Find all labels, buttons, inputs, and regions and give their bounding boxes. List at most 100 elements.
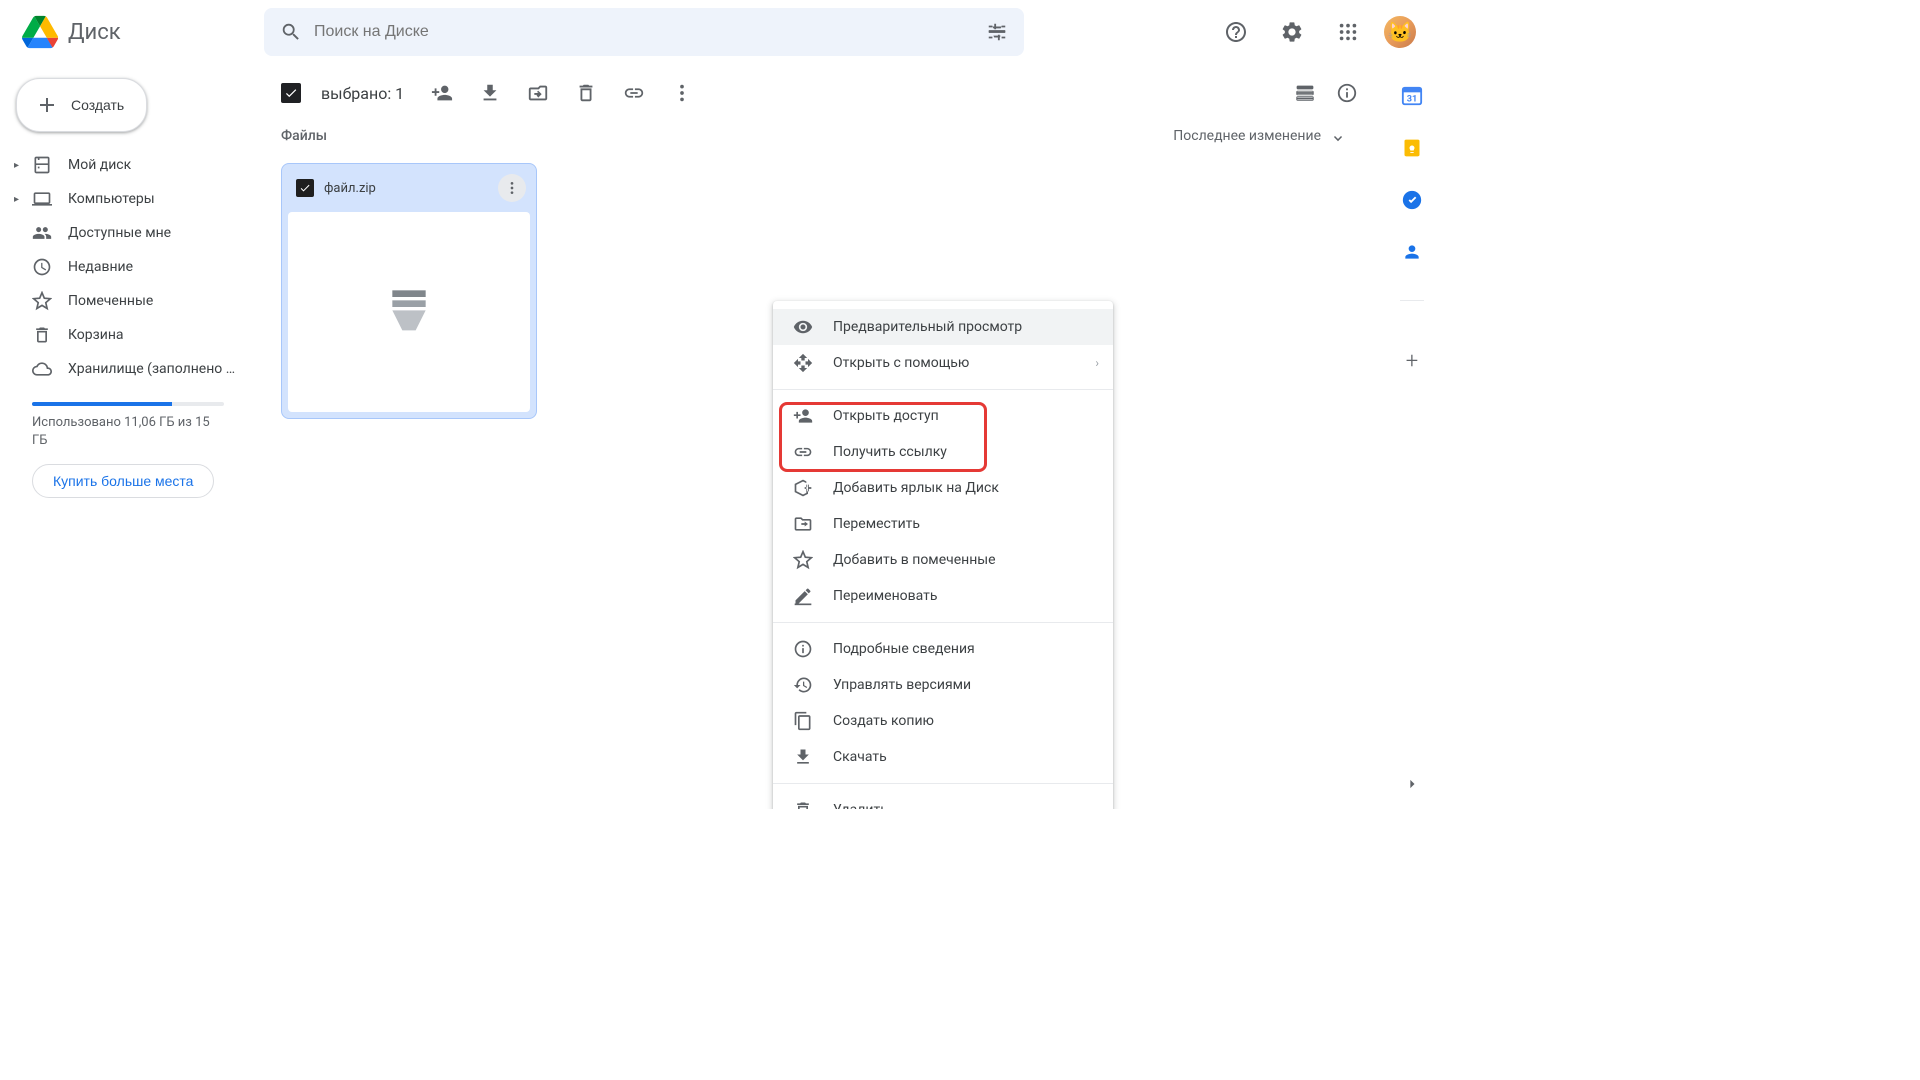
selection-count: выбрано: 1 [321,84,404,103]
chevron-right-icon: ▸ [14,194,19,205]
person-add-icon [793,406,813,426]
search-input[interactable] [314,23,974,41]
menu-preview[interactable]: Предварительный просмотр [773,309,1113,345]
create-button-label: Создать [71,97,124,113]
trash-icon [793,800,813,810]
storage-used-text: Использовано 11,06 ГБ из 15 ГБ [32,414,224,450]
help-icon[interactable] [1216,12,1256,52]
menu-star[interactable]: Добавить в помеченные [773,542,1113,578]
menu-move[interactable]: Переместить [773,506,1113,542]
nav-recent[interactable]: Недавние [8,250,248,284]
menu-label: Переместить [833,516,920,532]
share-person-icon[interactable] [430,81,454,105]
file-card[interactable]: файл.zip [281,163,537,419]
storage-section: Использовано 11,06 ГБ из 15 ГБ Купить бо… [8,386,248,506]
star-icon [32,291,52,311]
nav-label: Корзина [68,327,124,343]
menu-details[interactable]: Подробные сведения [773,631,1113,667]
app-name: Диск [68,20,121,45]
menu-rename[interactable]: Переименовать [773,578,1113,614]
download-icon[interactable] [478,81,502,105]
nav-my-drive[interactable]: ▸ Мой диск [8,148,248,182]
sort-label-text: Последнее изменение [1173,128,1321,144]
menu-versions[interactable]: Управлять версиями [773,667,1113,703]
info-icon [793,639,813,659]
header: Диск 🐱 [0,0,1440,64]
nav-shared[interactable]: Доступные мне [8,216,248,250]
menu-label: Предварительный просмотр [833,319,1022,335]
menu-share[interactable]: Открыть доступ [773,398,1113,434]
sort-button[interactable]: Последнее изменение [1173,127,1347,145]
delete-icon[interactable] [574,81,598,105]
menu-label: Открыть с помощью [833,355,969,371]
selection-toolbar: выбрано: 1 [257,73,1383,117]
clock-icon [32,257,52,277]
menu-copy[interactable]: Создать копию [773,703,1113,739]
search-icon [280,21,302,43]
more-icon[interactable] [670,81,694,105]
keep-app-icon[interactable] [1400,136,1424,160]
collapse-panel-button[interactable] [1402,774,1422,794]
info-icon[interactable] [1335,81,1359,105]
apps-icon[interactable] [1328,12,1368,52]
selection-checkbox[interactable] [281,83,301,103]
menu-delete[interactable]: Удалить [773,792,1113,810]
link-icon[interactable] [622,81,646,105]
pencil-icon [793,586,813,606]
menu-label: Добавить в помеченные [833,552,996,568]
settings-icon[interactable] [1272,12,1312,52]
trash-icon [32,325,52,345]
user-avatar[interactable]: 🐱 [1384,16,1416,48]
nav-label: Компьютеры [68,191,155,207]
sidebar: Создать ▸ Мой диск ▸ Компьютеры Доступны… [0,64,256,810]
contacts-app-icon[interactable] [1400,240,1424,264]
main-content: выбрано: 1 Файлы [256,64,1384,810]
menu-separator [773,783,1113,784]
nav-label: Доступные мне [68,225,171,241]
file-checkbox[interactable] [296,179,314,197]
file-more-button[interactable] [498,174,526,202]
menu-open-with[interactable]: Открыть с помощью › [773,345,1113,381]
chevron-right-icon: › [1095,356,1099,370]
star-icon [793,550,813,570]
plus-icon [35,93,59,117]
menu-label: Подробные сведения [833,641,975,657]
content-header: Файлы Последнее изменение [257,117,1383,155]
nav-label: Хранилище (заполнено ... [68,361,236,377]
open-with-icon [793,353,813,373]
menu-download[interactable]: Скачать [773,739,1113,775]
tasks-app-icon[interactable] [1400,188,1424,212]
nav-computers[interactable]: ▸ Компьютеры [8,182,248,216]
side-panel: 31 + [1384,64,1440,810]
buy-storage-button[interactable]: Купить больше места [32,464,214,498]
move-folder-icon[interactable] [526,81,550,105]
create-button[interactable]: Создать [16,78,147,132]
people-icon [32,223,52,243]
arrow-down-icon [1329,127,1347,145]
search-options-icon[interactable] [986,21,1008,43]
copy-icon [793,711,813,731]
svg-text:31: 31 [1407,95,1418,105]
history-icon [793,675,813,695]
drive-icon [32,155,52,175]
search-bar[interactable] [264,8,1024,56]
nav-label: Помеченные [68,293,153,309]
nav-storage[interactable]: Хранилище (заполнено ... [8,352,248,386]
context-menu: Предварительный просмотр Открыть с помощ… [773,301,1113,810]
files-heading: Файлы [281,128,327,144]
nav-trash[interactable]: Корзина [8,318,248,352]
menu-label: Получить ссылку [833,444,947,460]
download-icon [793,747,813,767]
add-addon-button[interactable]: + [1400,349,1424,373]
drive-logo-icon[interactable] [20,12,60,52]
calendar-app-icon[interactable]: 31 [1400,84,1424,108]
list-view-icon[interactable] [1293,81,1317,105]
nav-label: Мой диск [68,157,131,173]
nav-label: Недавние [68,259,133,275]
eye-icon [793,317,813,337]
menu-add-shortcut[interactable]: Добавить ярлык на Диск [773,470,1113,506]
storage-bar [32,402,224,406]
menu-get-link[interactable]: Получить ссылку [773,434,1113,470]
move-icon [793,514,813,534]
nav-starred[interactable]: Помеченные [8,284,248,318]
